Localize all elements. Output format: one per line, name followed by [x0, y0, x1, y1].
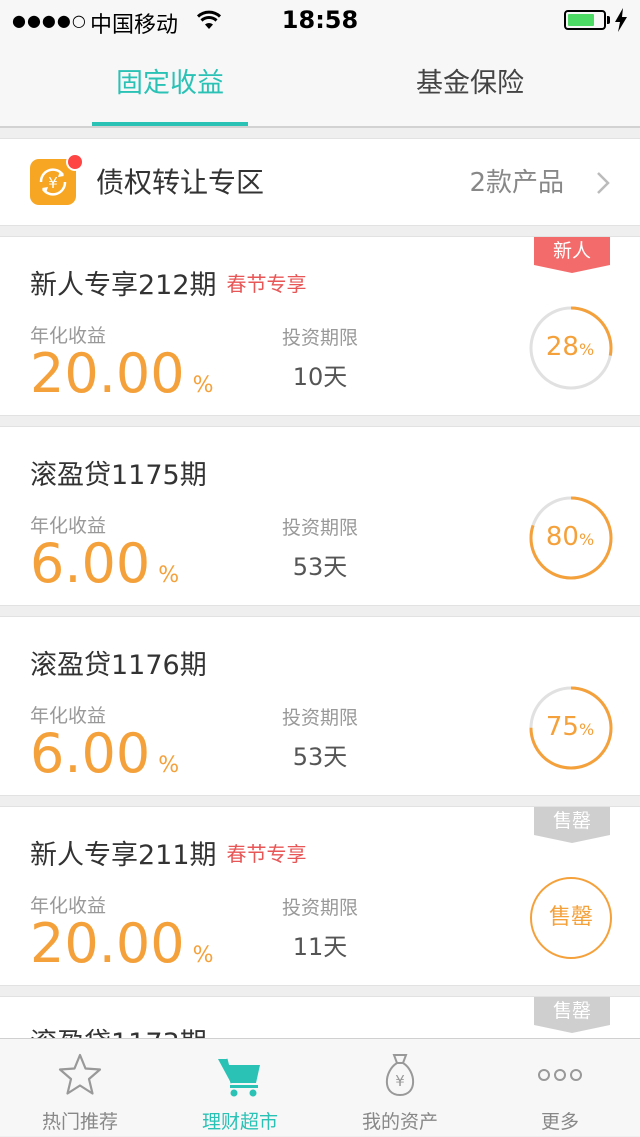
progress-percent: 28% [545, 332, 595, 362]
more-dots-icon [538, 1069, 582, 1081]
investment-term: 53天 [292, 553, 348, 581]
promo-tag: 春节专享 [226, 842, 307, 866]
investment-term: 53天 [292, 743, 348, 771]
tab-fixed-income[interactable]: 固定收益 [10, 40, 330, 128]
product-card[interactable]: 新人专享211期 春节专享 年化收益 20.00% 投资期限 11天 售罄 售罄 [0, 806, 640, 986]
transfer-title: 债权转让专区 [96, 166, 265, 199]
tabbar-item-more[interactable]: 更多 [480, 1039, 640, 1137]
annual-rate: 20.00% [30, 342, 214, 405]
product-name: 新人专享211期 春节专享 [30, 840, 307, 871]
battery-tip [607, 16, 610, 24]
tabbar-item-assets[interactable]: ¥ 我的资产 [320, 1039, 480, 1137]
tab-indicator [92, 122, 248, 126]
investment-term: 11天 [292, 933, 348, 961]
tabbar-label: 更多 [540, 1111, 579, 1133]
progress-percent: 75% [545, 712, 595, 742]
new-user-ribbon: 新人 [534, 237, 610, 275]
term-label: 投资期限 [281, 327, 358, 349]
term-label: 投资期限 [281, 897, 358, 919]
charging-icon [614, 8, 628, 36]
clock: 18:58 [281, 6, 359, 34]
tabbar-item-hot[interactable]: 热门推荐 [0, 1039, 160, 1137]
transfer-count: 2款产品 [469, 168, 564, 198]
tab-fund-insurance[interactable]: 基金保险 [310, 40, 630, 128]
product-card[interactable]: 新人专享212期 春节专享 年化收益 20.00% 投资期限 10天 28% 新人 [0, 236, 640, 416]
annual-rate: 6.00% [30, 532, 180, 595]
investment-term: 10天 [292, 363, 348, 391]
bottom-tab-bar: 热门推荐 理财超市 ¥ 我的资产 更多 [0, 1038, 640, 1136]
term-label: 投资期限 [281, 517, 358, 539]
sold-out-ribbon: 售罄 [534, 807, 610, 845]
tabbar-label: 我的资产 [361, 1111, 438, 1133]
chevron-right-icon [596, 171, 610, 199]
notification-dot [66, 153, 84, 171]
tabbar-item-market[interactable]: 理财超市 [160, 1039, 320, 1137]
product-name: 滚盈贷1175期 [30, 460, 207, 491]
star-icon [58, 1053, 102, 1095]
product-name: 滚盈贷1173期 [30, 1021, 207, 1038]
battery-icon [564, 10, 606, 30]
product-card[interactable]: 滚盈贷1176期 年化收益 6.00% 投资期限 53天 75% [0, 616, 640, 796]
progress-percent: 80% [545, 522, 595, 552]
product-name: 新人专享212期 春节专享 [30, 270, 307, 301]
cart-icon [218, 1058, 260, 1097]
status-bar: ●●●●○ 中国移动 18:58 [0, 0, 640, 40]
annual-rate: 6.00% [30, 722, 180, 785]
sold-out-badge: 售罄 [530, 877, 612, 959]
annual-rate: 20.00% [30, 912, 214, 975]
svg-text:¥: ¥ [395, 1072, 405, 1090]
product-name: 滚盈贷1176期 [30, 650, 207, 681]
svg-text:¥: ¥ [48, 174, 58, 192]
money-bag-icon: ¥ [385, 1054, 415, 1097]
top-tab-bar: 固定收益 基金保险 [0, 40, 640, 128]
promo-tag: 春节专享 [226, 272, 307, 296]
product-card[interactable]: 滚盈贷1175期 年化收益 6.00% 投资期限 53天 80% [0, 426, 640, 606]
sold-out-ribbon: 售罄 [534, 997, 610, 1035]
term-label: 投资期限 [281, 707, 358, 729]
tabbar-label: 热门推荐 [41, 1111, 118, 1133]
product-card[interactable]: 滚盈贷1173期 售罄 [0, 996, 640, 1038]
debt-transfer-row[interactable]: ¥ 债权转让专区 2款产品 [0, 138, 640, 226]
tabbar-label: 理财超市 [201, 1111, 278, 1133]
